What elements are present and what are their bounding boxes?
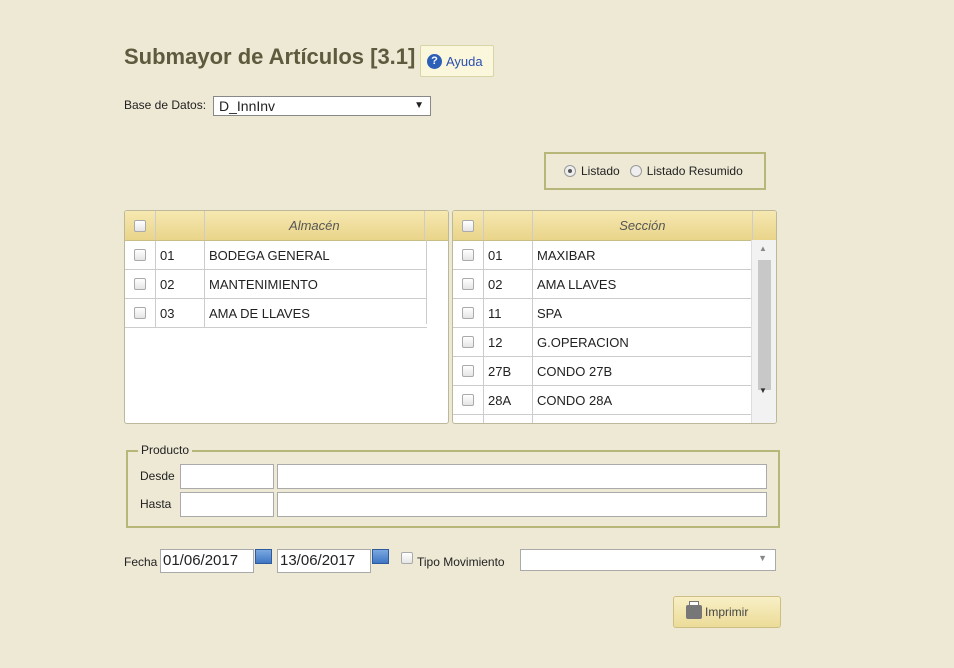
scroll-down-icon[interactable]: ▼ bbox=[759, 386, 767, 395]
table-row[interactable]: 03 AMA DE LLAVES bbox=[125, 299, 427, 328]
row-name: MAXIBAR bbox=[537, 247, 596, 263]
row-checkbox[interactable] bbox=[462, 249, 474, 261]
seccion-scrollbar[interactable]: ▲ ▼ bbox=[751, 240, 776, 423]
table-row[interactable]: 28A CONDO 28A bbox=[453, 386, 754, 415]
desde-code-input[interactable] bbox=[180, 464, 274, 489]
row-checkbox[interactable] bbox=[462, 423, 474, 424]
table-row[interactable]: 11 SPA bbox=[453, 299, 754, 328]
row-checkbox[interactable] bbox=[134, 249, 146, 261]
row-code: 02 bbox=[484, 270, 533, 298]
table-row[interactable]: 02 AMA LLAVES bbox=[453, 270, 754, 299]
row-code: 28B bbox=[484, 415, 533, 423]
radio-listado-resumido[interactable] bbox=[629, 165, 642, 177]
seccion-select-all-checkbox[interactable] bbox=[461, 219, 474, 232]
table-row[interactable]: 28B CONDO 28B bbox=[453, 415, 754, 424]
table-row[interactable]: 01 BODEGA GENERAL bbox=[125, 241, 427, 270]
row-checkbox[interactable] bbox=[134, 278, 146, 290]
row-code: 01 bbox=[156, 241, 205, 269]
fecha-to-input[interactable]: 13/06/2017 bbox=[277, 549, 371, 573]
help-label: Ayuda bbox=[446, 53, 483, 69]
row-checkbox[interactable] bbox=[462, 307, 474, 319]
help-button[interactable]: ? Ayuda bbox=[420, 45, 494, 77]
hasta-description-input[interactable] bbox=[277, 492, 767, 517]
scrollbar-thumb[interactable] bbox=[758, 260, 771, 390]
row-name: MANTENIMIENTO bbox=[209, 276, 318, 292]
row-checkbox[interactable] bbox=[462, 278, 474, 290]
tipo-movimiento-select[interactable]: ▼ bbox=[520, 549, 776, 571]
row-code: 28A bbox=[484, 386, 533, 414]
almacen-grid: Almacén 01 BODEGA GENERAL 02 MANTENIMIEN… bbox=[124, 210, 449, 424]
row-name: CONDO 28A bbox=[537, 392, 613, 408]
almacen-header: Almacén bbox=[125, 211, 448, 241]
printer-icon bbox=[686, 601, 702, 619]
almacen-header-label: Almacén bbox=[205, 211, 426, 240]
database-select[interactable]: D_InnInv ▼ bbox=[213, 96, 431, 116]
hasta-label: Hasta bbox=[140, 497, 172, 511]
calendar-icon[interactable] bbox=[255, 549, 272, 564]
fecha-label: Fecha bbox=[124, 555, 158, 569]
fecha-from-input[interactable]: 01/06/2017 bbox=[160, 549, 254, 573]
row-name: CONDO 28B bbox=[533, 415, 754, 424]
calendar-icon[interactable] bbox=[372, 549, 389, 564]
tipo-movimiento-checkbox[interactable] bbox=[401, 552, 413, 564]
seccion-grid: Sección 01 MAXIBAR 02 AMA LLAVES 11 SPA … bbox=[452, 210, 777, 424]
producto-legend: Producto bbox=[138, 443, 193, 457]
row-code: 11 bbox=[484, 299, 533, 327]
row-checkbox[interactable] bbox=[462, 336, 474, 348]
database-value: D_InnInv bbox=[219, 98, 276, 114]
row-code: 03 bbox=[156, 299, 205, 327]
table-row[interactable]: 01 MAXIBAR bbox=[453, 241, 754, 270]
database-label: Base de Datos: bbox=[124, 98, 207, 112]
report-type-group: Listado Listado Resumido bbox=[544, 152, 766, 190]
help-icon: ? bbox=[427, 53, 442, 69]
row-code: 01 bbox=[484, 241, 533, 269]
row-code: 27B bbox=[484, 357, 533, 385]
row-checkbox[interactable] bbox=[462, 365, 474, 377]
row-name: AMA DE LLAVES bbox=[209, 305, 310, 321]
table-row[interactable]: 12 G.OPERACION bbox=[453, 328, 754, 357]
row-checkbox[interactable] bbox=[462, 394, 474, 406]
row-code: 12 bbox=[484, 328, 533, 356]
radio-listado[interactable] bbox=[564, 165, 576, 177]
row-name: G.OPERACION bbox=[537, 334, 629, 350]
dropdown-arrow-icon: ▼ bbox=[758, 553, 767, 563]
desde-label: Desde bbox=[140, 469, 175, 483]
seccion-header: Sección bbox=[453, 211, 776, 241]
table-row[interactable]: 02 MANTENIMIENTO bbox=[125, 270, 427, 299]
print-button[interactable]: Imprimir bbox=[673, 596, 781, 628]
radio-listado-label: Listado bbox=[581, 164, 620, 178]
radio-listado-resumido-label: Listado Resumido bbox=[646, 164, 743, 178]
row-code: 02 bbox=[156, 270, 205, 298]
row-checkbox[interactable] bbox=[134, 307, 146, 319]
row-name: SPA bbox=[537, 305, 563, 321]
dropdown-arrow-icon: ▼ bbox=[414, 100, 424, 111]
row-name: BODEGA GENERAL bbox=[209, 247, 330, 263]
desde-description-input[interactable] bbox=[277, 464, 767, 489]
row-name: AMA LLAVES bbox=[537, 276, 617, 292]
print-label: Imprimir bbox=[705, 605, 749, 619]
scroll-up-icon[interactable]: ▲ bbox=[759, 244, 767, 253]
table-row[interactable]: 27B CONDO 27B bbox=[453, 357, 754, 386]
row-name: CONDO 27B bbox=[537, 363, 613, 379]
almacen-select-all-checkbox[interactable] bbox=[133, 219, 146, 232]
tipo-movimiento-label: Tipo Movimiento bbox=[417, 555, 505, 569]
page-title: Submayor de Artículos [3.1] bbox=[124, 44, 416, 69]
hasta-code-input[interactable] bbox=[180, 492, 274, 517]
seccion-header-label: Sección bbox=[533, 211, 754, 240]
